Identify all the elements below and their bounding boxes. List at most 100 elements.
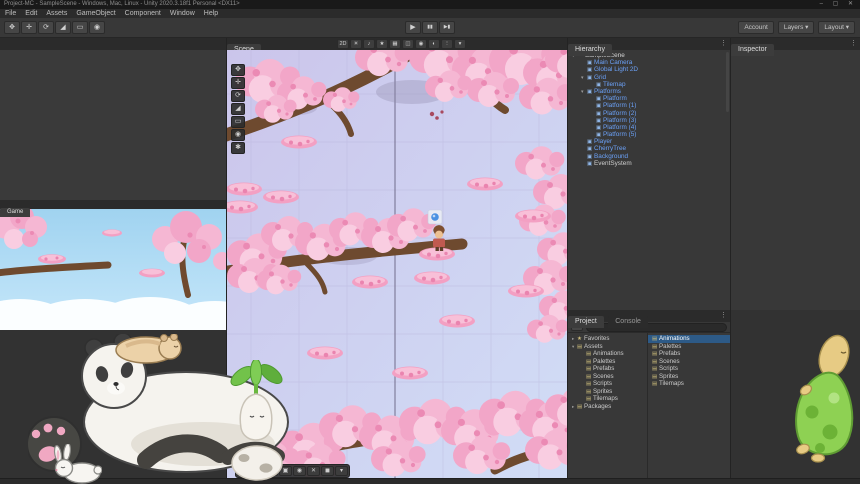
folder-item[interactable]: ▤Scenes (568, 373, 647, 381)
pause-button[interactable]: ▮▮ (422, 21, 438, 34)
layout-dropdown[interactable]: Layout ▾ (818, 21, 855, 34)
move-tool-button[interactable]: ✛ (231, 77, 245, 89)
file-item[interactable]: ▤Palettes (648, 343, 730, 351)
custom-tool-button[interactable]: ✱ (231, 142, 245, 154)
hierarchy-item[interactable]: ▣CherryTree (568, 145, 730, 152)
transform-tool[interactable]: ◉ (89, 21, 105, 34)
shading-button[interactable]: ◐ (428, 39, 440, 49)
rotate-tool-button[interactable]: ⟳ (231, 90, 245, 102)
step-button[interactable]: ▶▮ (439, 21, 455, 34)
tile-picker-button[interactable]: ◉ (293, 466, 306, 476)
hierarchy-item[interactable]: ▣EventSystem (568, 160, 730, 167)
window-title: Project-MC - SampleScene - Windows, Mac,… (4, 1, 240, 7)
folder-item[interactable]: ▤Palettes (568, 358, 647, 366)
project-folder-tree: ▸★Favorites ▾▤Assets ▤Animations ▤Palett… (568, 333, 648, 483)
hierarchy-item[interactable]: ▾▣Platforms (568, 88, 730, 95)
folder-item[interactable]: ▾▤Assets (568, 343, 647, 351)
folder-item[interactable]: ▤Prefabs (568, 365, 647, 373)
hierarchy-item[interactable]: ▣Global Light 2D (568, 66, 730, 73)
play-controls: ▶ ▮▮ ▶▮ (405, 21, 455, 34)
main-toolbar: ✥✛⟳◢▭◉ ▶ ▮▮ ▶▮ Account Layers ▾ Layout ▾ (0, 18, 860, 38)
folder-item[interactable]: ▤Tilemaps (568, 395, 647, 403)
tab-project[interactable]: Project (568, 316, 604, 328)
menu-item[interactable]: Assets (46, 9, 67, 18)
rect-tool-button[interactable]: ▭ (231, 116, 245, 128)
scale-tool-button[interactable]: ◢ (231, 103, 245, 115)
folder-item[interactable]: ▤Scripts (568, 380, 647, 388)
tile-eraser-button[interactable]: ✕ (307, 466, 320, 476)
rect-tool[interactable]: ▭ (72, 21, 88, 34)
gameobject-icon: ▣ (587, 67, 594, 73)
menu-item[interactable]: GameObject (76, 9, 115, 18)
folder-item[interactable]: ▸▤Packages (568, 403, 647, 411)
turtle-art (790, 330, 858, 464)
gameobject-icon: ▣ (587, 161, 594, 167)
view-tool-button[interactable]: ✥ (231, 64, 245, 76)
tab-game[interactable]: Game (0, 208, 30, 217)
menu-item[interactable]: Help (204, 9, 218, 18)
hierarchy-scrollbar[interactable] (726, 52, 729, 112)
game-view-content[interactable] (0, 209, 226, 330)
move-tool[interactable]: ✛ (21, 21, 37, 34)
close-button[interactable]: ✕ (848, 1, 857, 7)
menu-item[interactable]: Component (125, 9, 161, 18)
hierarchy-item[interactable]: ▣Platform (5) (568, 131, 730, 138)
view-tool[interactable]: ✥ (4, 21, 20, 34)
transform-tool-button[interactable]: ◉ (231, 129, 245, 141)
tab-hierarchy[interactable]: Hierarchy (568, 44, 612, 56)
hierarchy-item[interactable]: ▣Platform (568, 95, 730, 102)
project-menu-icon[interactable]: ⋮ (720, 311, 727, 319)
file-item[interactable]: ▤Animations (648, 335, 730, 343)
scale-tool[interactable]: ◢ (55, 21, 71, 34)
hierarchy-item[interactable]: ▣Platform (1) (568, 102, 730, 109)
audio-toggle-button[interactable]: ♪ (363, 39, 375, 49)
file-item[interactable]: ▤Sprites (648, 373, 730, 381)
folder-icon: ▤ (652, 351, 659, 358)
file-item[interactable]: ▤Tilemaps (648, 380, 730, 388)
hierarchy-item[interactable]: ▣Platform (3) (568, 117, 730, 124)
gizmos-button[interactable]: ◉ (415, 39, 427, 49)
menu-item[interactable]: Window (170, 9, 195, 18)
titlebar: Project-MC - SampleScene - Windows, Mac,… (0, 0, 860, 9)
camera-toggle-button[interactable]: ◫ (402, 39, 414, 49)
hierarchy-item[interactable]: ▣Background (568, 153, 730, 160)
hierarchy-item[interactable]: ▣Tilemap (568, 81, 730, 88)
tile-more-button[interactable]: ▾ (335, 466, 348, 476)
tile-fill-button[interactable]: ◼ (321, 466, 334, 476)
folder-icon: ▤ (577, 404, 584, 411)
account-dropdown[interactable]: Account (738, 21, 774, 34)
file-item[interactable]: ▤Scenes (648, 358, 730, 366)
folder-item[interactable]: ▤Sprites (568, 388, 647, 396)
effects-toggle-button[interactable]: ★ (376, 39, 388, 49)
gameobject-icon: ▣ (596, 103, 603, 109)
hierarchy-item[interactable]: ▣Main Camera (568, 59, 730, 66)
hierarchy-item[interactable]: ▾▣Grid (568, 74, 730, 81)
grid-toggle-button[interactable]: ▦ (389, 39, 401, 49)
folder-item[interactable]: ▤Animations (568, 350, 647, 358)
hierarchy-item[interactable]: ▣Platform (2) (568, 110, 730, 117)
lighting-toggle-button[interactable]: ☀ (350, 39, 362, 49)
gameobject-icon: ▣ (587, 75, 594, 81)
hierarchy-menu-icon[interactable]: ⋮ (720, 39, 727, 47)
overlay-dropdown-button[interactable]: ▾ (454, 39, 466, 49)
hierarchy-item[interactable]: ▣Player (568, 138, 730, 145)
hierarchy-item[interactable]: ▣Platform (4) (568, 124, 730, 131)
player-selection-icon[interactable] (428, 210, 442, 224)
maximize-button[interactable]: ▢ (833, 1, 843, 7)
2d-toggle-button[interactable]: 2D (337, 39, 349, 49)
menu-item[interactable]: File (5, 9, 16, 18)
minimize-button[interactable]: – (820, 1, 827, 7)
overlay-menu-button[interactable]: ⋮ (441, 39, 453, 49)
project-panel: Project Console ⋮ + ▸★Favorites ▾▤Assets… (567, 310, 730, 484)
tab-inspector[interactable]: Inspector (731, 44, 774, 56)
file-item[interactable]: ▤Scripts (648, 365, 730, 373)
menu-item[interactable]: Edit (25, 9, 37, 18)
layers-dropdown[interactable]: Layers ▾ (778, 21, 815, 34)
tab-console[interactable]: Console (608, 316, 648, 328)
play-button[interactable]: ▶ (405, 21, 421, 34)
folder-item[interactable]: ▸★Favorites (568, 335, 647, 343)
inspector-menu-icon[interactable]: ⋮ (850, 39, 857, 47)
folder-icon: ▤ (652, 336, 659, 343)
rotate-tool[interactable]: ⟳ (38, 21, 54, 34)
file-item[interactable]: ▤Prefabs (648, 350, 730, 358)
